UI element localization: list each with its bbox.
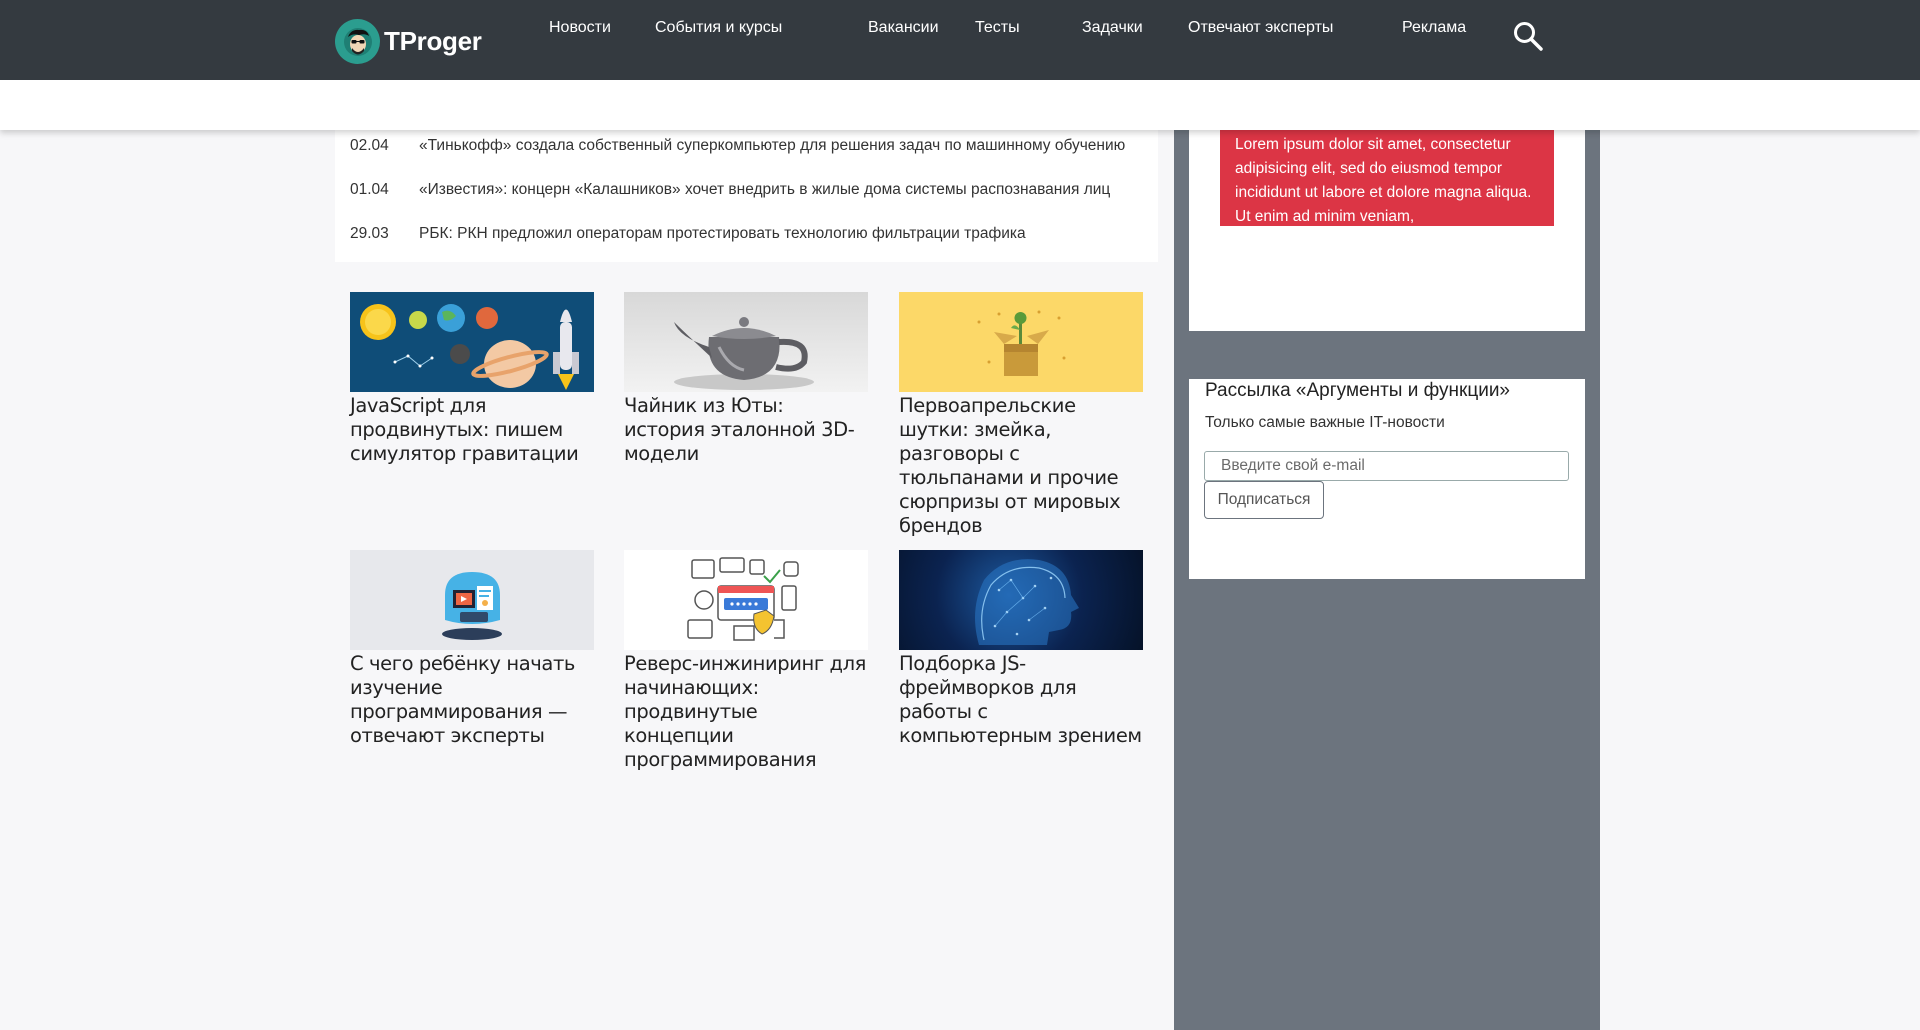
- child-learning-computer-illustration[interactable]: [350, 550, 594, 650]
- article-title[interactable]: Реверс-инжиниринг для начинающих: продви…: [624, 652, 868, 772]
- news-title[interactable]: «Тинькофф» создала собственный суперкомп…: [419, 137, 1125, 155]
- utah-teapot-render[interactable]: [624, 292, 868, 392]
- article-title[interactable]: Чайник из Юты: история эталонной 3D-моде…: [624, 394, 868, 466]
- news-date: 29.03: [350, 225, 389, 242]
- news-date: 02.04: [350, 137, 389, 154]
- security-icons-illustration[interactable]: [624, 550, 868, 650]
- search-icon: [1514, 22, 1543, 51]
- nav-item-ads[interactable]: Реклама: [1402, 19, 1466, 37]
- news-item[interactable]: 02.04 «Тинькофф» создала собственный суп…: [350, 137, 1125, 155]
- newsletter-description: Только самые важные IT-новости: [1205, 414, 1445, 431]
- top-navbar: TProger Новости События и курсы Вакансии…: [0, 0, 1920, 80]
- news-item[interactable]: 29.03 РБК: РКН предложил операторам прот…: [350, 225, 1026, 243]
- article-card: Реверс-инжиниринг для начинающих: продви…: [624, 550, 868, 772]
- news-item[interactable]: 01.04 «Известия»: концерн «Калашников» х…: [350, 181, 1110, 199]
- news-list: 02.04 «Тинькофф» создала собственный суп…: [335, 128, 1158, 262]
- article-title[interactable]: Первоапрельские шутки: змейка, разговоры…: [899, 394, 1143, 538]
- article-title[interactable]: JavaScript для продвинутых: пишем симуля…: [350, 394, 594, 466]
- space-planets-rocket-illustration[interactable]: [350, 292, 594, 392]
- news-title[interactable]: «Известия»: концерн «Калашников» хочет в…: [419, 181, 1110, 199]
- email-field[interactable]: [1204, 451, 1569, 481]
- article-card: Подборка JS-фреймворков для работы с ком…: [899, 550, 1143, 748]
- site-logo[interactable]: TProger: [335, 19, 482, 64]
- article-card: Первоапрельские шутки: змейка, разговоры…: [899, 292, 1143, 538]
- article-card: Чайник из Юты: история эталонной 3D-моде…: [624, 292, 868, 466]
- nav-item-news[interactable]: Новости: [549, 19, 611, 37]
- news-date: 01.04: [350, 181, 389, 198]
- nav-item-tasks[interactable]: Задачки: [1082, 19, 1143, 37]
- newsletter-title: Рассылка «Аргументы и функции»: [1205, 380, 1511, 401]
- digital-head-profile[interactable]: [899, 550, 1143, 650]
- article-card: JavaScript для продвинутых: пишем симуля…: [350, 292, 594, 466]
- secondary-header-bar: [0, 80, 1920, 130]
- article-title[interactable]: С чего ребёнку начать изучение программи…: [350, 652, 594, 748]
- nav-item-tests[interactable]: Тесты: [975, 19, 1020, 37]
- news-title[interactable]: РБК: РКН предложил операторам протестиро…: [419, 225, 1026, 243]
- subscribe-button[interactable]: Подписаться: [1204, 481, 1324, 519]
- nav-item-events[interactable]: События и курсы: [655, 19, 782, 37]
- search-button[interactable]: [1512, 20, 1544, 52]
- logo-icon: [335, 19, 380, 64]
- logo-text: TProger: [384, 26, 482, 56]
- nav-item-experts[interactable]: Отвечают эксперты: [1188, 19, 1333, 37]
- nav-item-vacancies[interactable]: Вакансии: [868, 19, 939, 37]
- article-card: С чего ребёнку начать изучение программи…: [350, 550, 594, 748]
- ad-banner[interactable]: Lorem ipsum dolor sit amet, consectetur …: [1220, 130, 1554, 226]
- gift-box-with-tulip-illustration[interactable]: [899, 292, 1143, 392]
- article-title[interactable]: Подборка JS-фреймворков для работы с ком…: [899, 652, 1143, 748]
